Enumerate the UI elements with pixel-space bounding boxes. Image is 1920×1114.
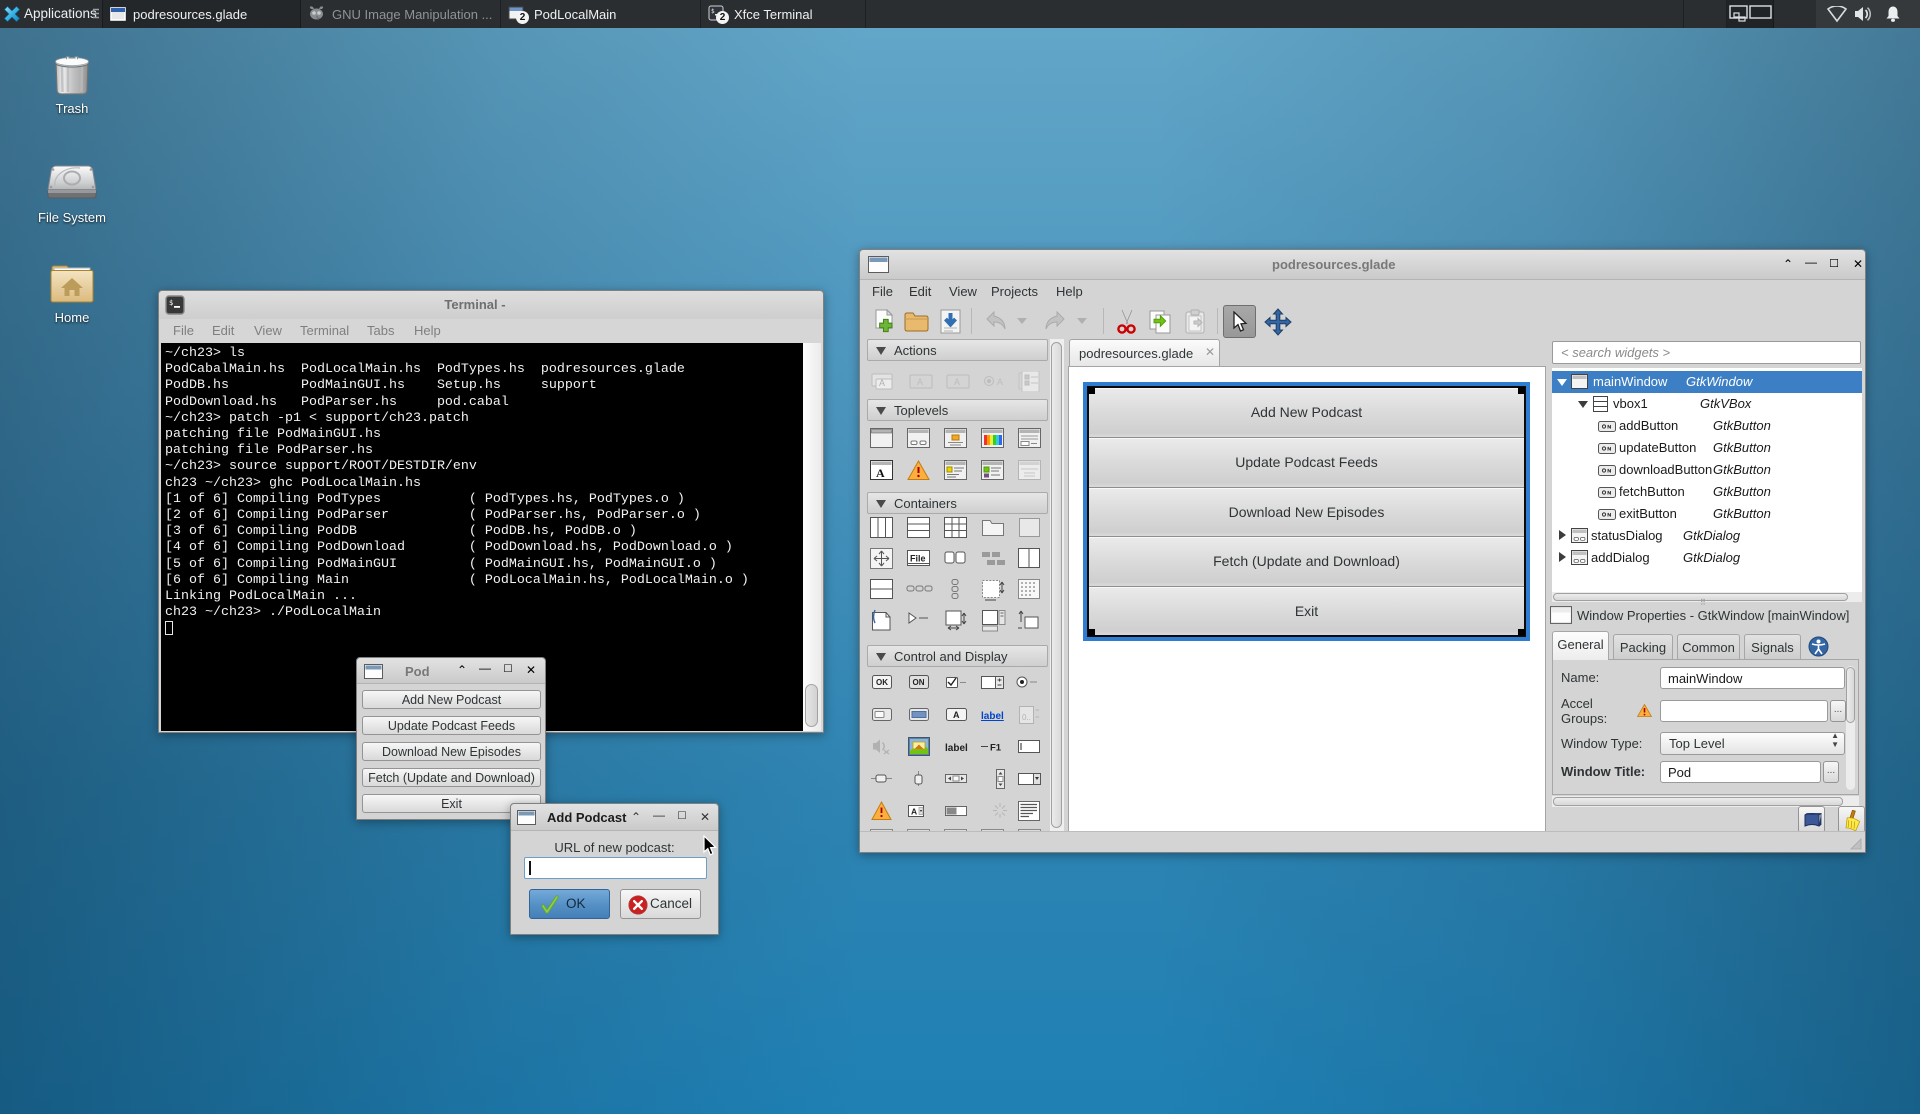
svg-text:OK: OK — [876, 678, 888, 687]
svg-text:F1: F1 — [990, 743, 1002, 754]
svg-text:A: A — [879, 378, 885, 388]
svg-text:label: label — [945, 743, 968, 754]
svg-text:0..: 0.. — [1022, 713, 1031, 722]
svg-text:A: A — [954, 377, 960, 387]
svg-text:File: File — [910, 554, 926, 564]
svg-text:A: A — [911, 807, 917, 817]
svg-text:A: A — [876, 466, 885, 480]
svg-text:label: label — [981, 711, 1004, 722]
svg-text:A: A — [953, 710, 960, 720]
svg-text:A: A — [917, 377, 923, 387]
svg-text:ON: ON — [913, 678, 925, 687]
svg-text:A: A — [997, 377, 1003, 387]
svg-text:$: $ — [711, 8, 715, 15]
